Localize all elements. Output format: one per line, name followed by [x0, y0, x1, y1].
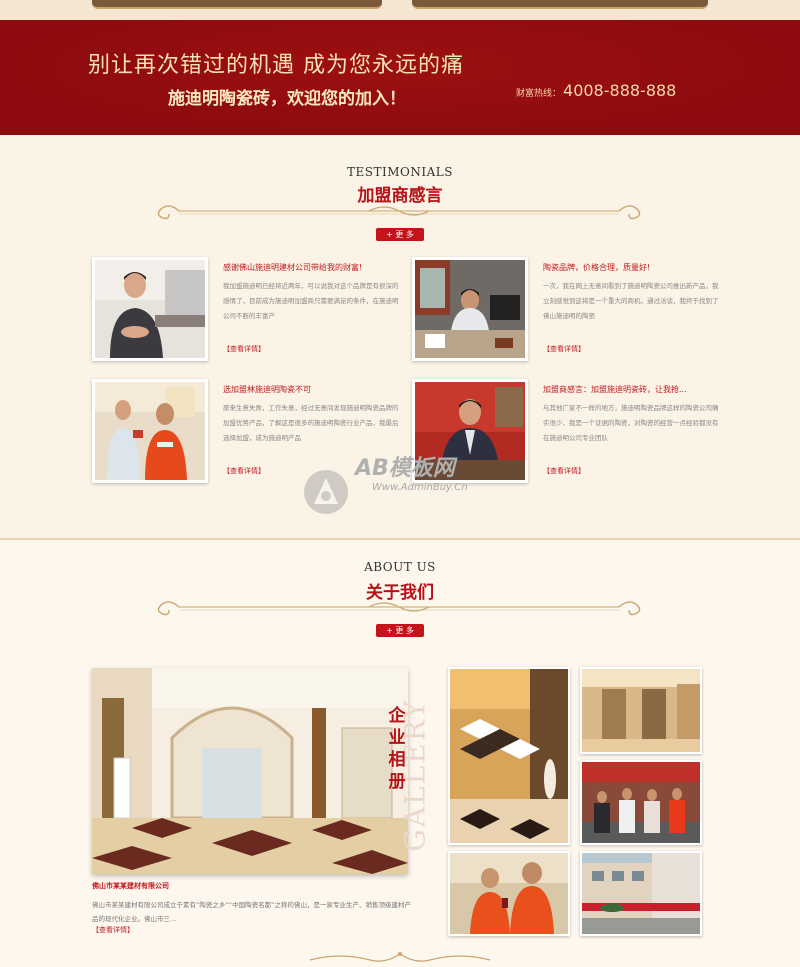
about-more-button[interactable]: + 更 多: [376, 624, 424, 637]
testimonial-title[interactable]: 陶瓷品牌，价格合理，质量好!: [543, 262, 650, 273]
banner-subheadline: 施迪明陶瓷砖，欢迎您的加入！: [168, 89, 406, 109]
testimonial-photo[interactable]: [92, 379, 208, 483]
gallery-photo[interactable]: [580, 760, 702, 845]
testimonial-card: 感谢佛山施迪明建材公司带给我的财富! 我加盟施迪明已经将近两年，可以说我对这个品…: [92, 257, 412, 365]
testimonial-detail-link[interactable]: 【查看详情】: [543, 466, 585, 476]
testimonial-excerpt: 与其他厂家不一样的地方，施迪明陶瓷品牌这样的陶瓷公司确实很少，我是一个证据的陶瓷…: [543, 404, 719, 442]
testimonials-heading-en: TESTIMONIALS: [347, 165, 453, 179]
ornament-divider: [157, 205, 641, 220]
company-description: 佛山市某某建材有限公司成立于素有“陶瓷之乡”“中国陶瓷名都”之称的佛山，是一家专…: [92, 901, 411, 923]
watermark-logo-text: AB模板网: [355, 456, 455, 481]
testimonial-photo[interactable]: [92, 257, 208, 361]
testimonial-title[interactable]: 选加盟林施迪明陶瓷不可: [223, 384, 311, 395]
testimonial-card: 陶瓷品牌，价格合理，质量好! 一次，我在网上无意间看到了施迪明陶瓷公司推出新产品…: [412, 257, 732, 365]
testimonial-detail-link[interactable]: 【查看详情】: [223, 344, 265, 354]
top-card-left: [92, 0, 382, 9]
testimonial-card: 加盟商感言：加盟施迪明瓷砖，让我抢... 与其他厂家不一样的地方，施迪明陶瓷品牌…: [412, 379, 732, 487]
testimonial-excerpt: 一次，我在网上无意间看到了施迪明陶瓷公司推出新产品，我立刻感觉到这将是一个重大的…: [543, 282, 719, 320]
gallery-photo[interactable]: [448, 851, 570, 936]
hotline: 财富热线： 4008-888-888: [516, 81, 676, 100]
watermark-url: Www.AdminBuy.Cn: [372, 482, 468, 493]
gallery-label-cn: 企业相册: [388, 706, 406, 792]
testimonial-detail-link[interactable]: 【查看详情】: [223, 466, 265, 476]
hotline-label: 财富热线：: [516, 89, 562, 99]
bottom-ornament: [309, 952, 491, 962]
banner-headline: 别让再次错过的机遇 成为您永远的痛: [88, 53, 464, 78]
gallery-photo[interactable]: [448, 667, 570, 845]
testimonial-excerpt: 我加盟施迪明已经将近两年，可以说我对这个品牌是有很深的感情了，目前成为施迪明加盟…: [223, 282, 399, 320]
hotline-number[interactable]: 4008-888-888: [563, 81, 676, 100]
testimonial-excerpt: 原来生意失败，工作失意，经过无意间发现施迪明陶瓷品牌的加盟优势产品，了解这是很多…: [223, 404, 399, 442]
testimonial-title[interactable]: 感谢佛山施迪明建材公司带给我的财富!: [223, 262, 362, 273]
testimonial-detail-link[interactable]: 【查看详情】: [543, 344, 585, 354]
top-card-right: [412, 0, 708, 9]
promo-banner: 别让再次错过的机遇 成为您永远的痛 施迪明陶瓷砖，欢迎您的加入！ 财富热线： 40…: [0, 20, 800, 135]
testimonials-more-button[interactable]: + 更 多: [376, 228, 424, 241]
about-detail-link[interactable]: 【查看详情】: [92, 925, 134, 935]
gallery-photo[interactable]: [580, 667, 702, 754]
ornament-divider: [157, 601, 641, 616]
testimonial-title[interactable]: 加盟商感言：加盟施迪明瓷砖，让我抢...: [543, 384, 687, 395]
about-heading-en: ABOUT US: [364, 560, 436, 574]
watermark-logo-icon: [304, 470, 348, 514]
company-name[interactable]: 佛山市某某建材有限公司: [92, 881, 169, 891]
gallery-photo[interactable]: [580, 851, 702, 936]
testimonial-photo[interactable]: [412, 257, 528, 361]
company-showroom-photo[interactable]: [92, 668, 408, 874]
